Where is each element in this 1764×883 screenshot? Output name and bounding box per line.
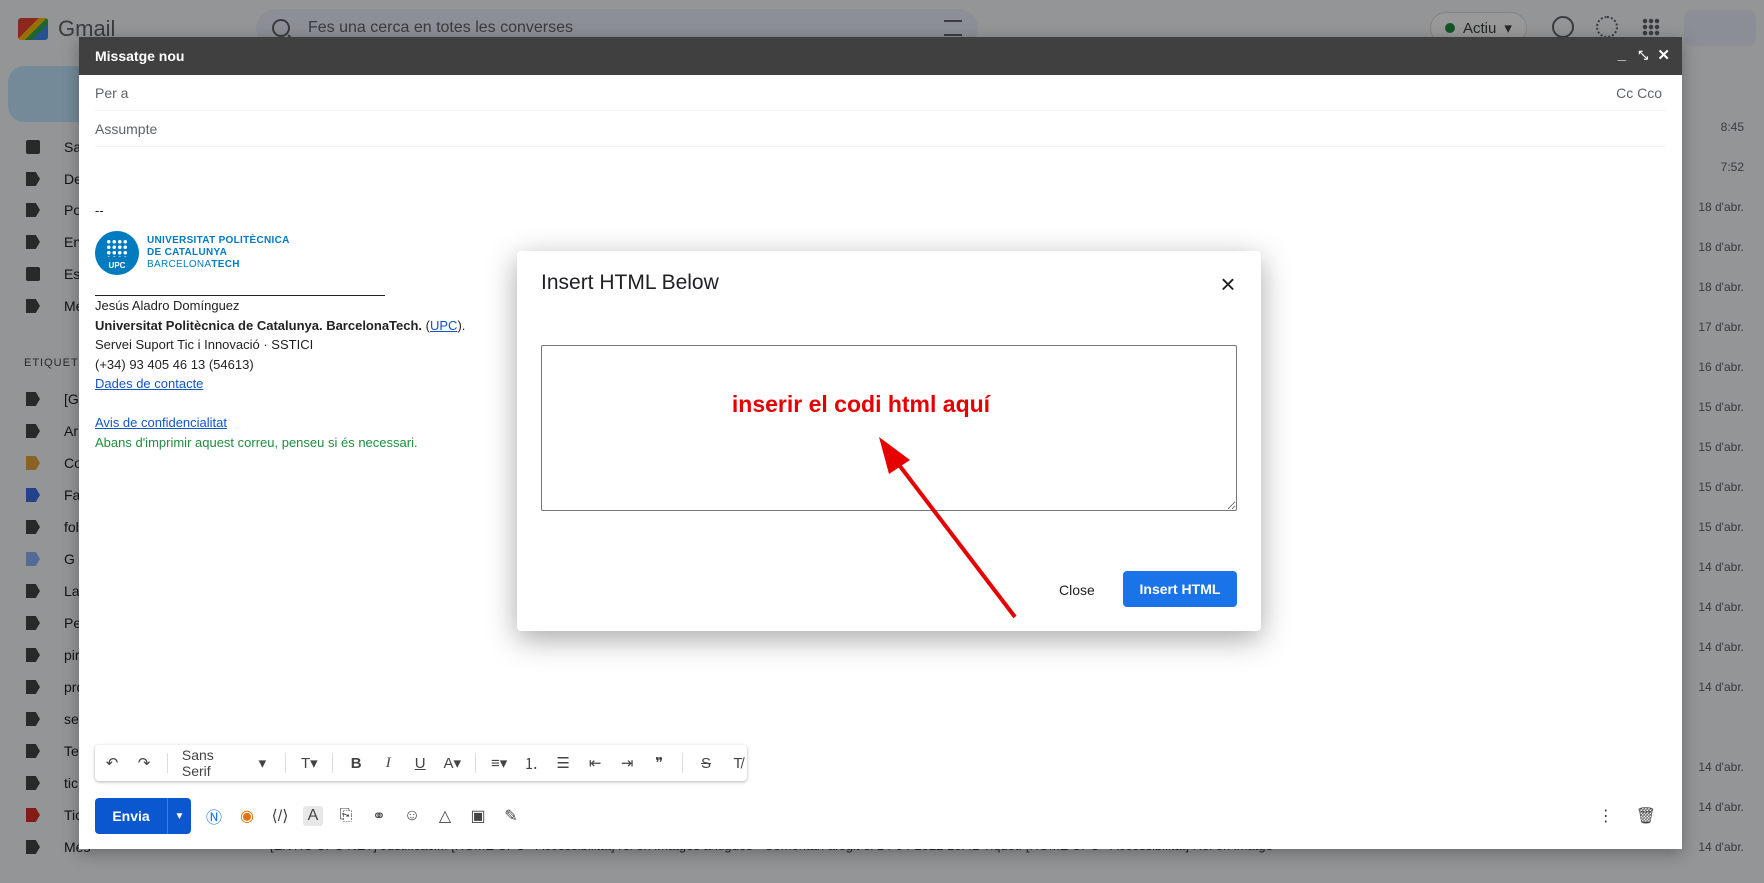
compose-header: Missatge nou _ ⤡ ✕ bbox=[79, 37, 1682, 75]
privacy-link[interactable]: Avis de confidencialitat bbox=[95, 415, 227, 430]
numbered-list-icon[interactable]: ⒈ bbox=[522, 753, 540, 774]
remove-formatting-icon[interactable]: T̸ bbox=[729, 755, 747, 772]
subject-field[interactable]: Assumpte bbox=[95, 111, 1666, 147]
link-icon[interactable]: ⚭ bbox=[369, 806, 389, 826]
quote-icon[interactable]: ❞ bbox=[650, 754, 668, 772]
compose-title: Missatge nou bbox=[95, 48, 185, 64]
redo-icon[interactable]: ↷ bbox=[135, 754, 153, 772]
more-options-icon[interactable]: ⋮ bbox=[1598, 806, 1614, 826]
close-button[interactable]: Close bbox=[1047, 573, 1107, 607]
schedule-send-dropdown[interactable]: ▼ bbox=[167, 798, 191, 834]
text-size-icon[interactable]: T▾ bbox=[300, 754, 318, 772]
trash-icon[interactable]: 🗑 bbox=[1636, 806, 1656, 826]
insert-html-dialog: Insert HTML Below × inserir el codi html… bbox=[517, 251, 1261, 631]
bold-icon[interactable]: B bbox=[347, 755, 365, 772]
upc-logo-line3b: TECH bbox=[211, 259, 240, 270]
paren-open: ( bbox=[422, 317, 430, 333]
to-field[interactable]: Per a Cc Cco bbox=[95, 75, 1666, 111]
upc-logo-line1: UNIVERSITAT POLITÈCNICA bbox=[147, 235, 290, 246]
to-label: Per a bbox=[95, 84, 129, 101]
close-icon[interactable]: ✕ bbox=[1657, 46, 1670, 64]
addon-color-icon[interactable]: ◉ bbox=[237, 806, 257, 826]
signature-icon[interactable]: ✎ bbox=[501, 806, 521, 826]
upc-logo-text: UNIVERSITAT POLITÈCNICA DE CATALUNYA BAR… bbox=[147, 235, 290, 271]
strikethrough-icon[interactable]: S bbox=[697, 755, 715, 772]
dialog-title: Insert HTML Below bbox=[541, 271, 719, 294]
upc-link[interactable]: UPC bbox=[430, 318, 457, 333]
upc-logo-line2: DE CATALUNYA bbox=[147, 247, 228, 258]
photo-icon[interactable]: ▣ bbox=[468, 806, 488, 826]
compose-bottom-right: ⋮ 🗑 bbox=[1598, 806, 1656, 826]
signature-org-name: Universitat Politècnica de Catalunya. Ba… bbox=[95, 317, 423, 333]
compose-bottom-bar: Envia ▼ Ⓝ ◉ ⟨/⟩ A ⎘ ⚭ ☺ △ ▣ ✎ ⋮ 🗑 bbox=[95, 798, 1666, 834]
text-color-icon[interactable]: A▾ bbox=[443, 754, 461, 772]
insert-html-icon[interactable]: ⟨/⟩ bbox=[270, 806, 290, 826]
cc-bcc-link[interactable]: Cc Cco bbox=[1616, 85, 1662, 101]
bulleted-list-icon[interactable]: ☰ bbox=[554, 754, 572, 772]
upc-seal-icon: UPC bbox=[95, 231, 139, 275]
attach-icon[interactable]: ⎘ bbox=[336, 806, 356, 826]
dialog-close-icon[interactable]: × bbox=[1217, 271, 1239, 297]
undo-icon[interactable]: ↶ bbox=[103, 754, 121, 772]
upc-seal-text: UPC bbox=[108, 261, 126, 270]
font-selector[interactable]: Sans Serif bbox=[182, 747, 240, 779]
chevron-down-icon[interactable]: ▾ bbox=[253, 754, 271, 772]
fullscreen-icon[interactable]: ⤡ bbox=[1638, 48, 1648, 63]
upc-logo-line3: BARCELONA bbox=[147, 259, 212, 270]
align-icon[interactable]: ≡▾ bbox=[490, 754, 508, 772]
html-input[interactable] bbox=[541, 345, 1237, 511]
subject-placeholder: Assumpte bbox=[95, 120, 158, 137]
indent-less-icon[interactable]: ⇤ bbox=[586, 754, 604, 772]
signature-separator: -- bbox=[95, 203, 104, 218]
addon-n-icon[interactable]: Ⓝ bbox=[204, 806, 224, 827]
emoji-icon[interactable]: ☺ bbox=[402, 806, 422, 826]
underline-icon[interactable]: U bbox=[411, 755, 429, 772]
italic-icon[interactable]: I bbox=[379, 755, 397, 772]
formatting-toolbar: ↶ ↷ Sans Serif ▾ T▾ B I U A▾ ≡▾ ⒈ ☰ ⇤ ⇥ … bbox=[95, 745, 747, 781]
send-button[interactable]: Envia bbox=[95, 798, 167, 834]
drive-icon[interactable]: △ bbox=[435, 806, 455, 826]
indent-more-icon[interactable]: ⇥ bbox=[618, 754, 636, 772]
send-button-group: Envia ▼ bbox=[95, 798, 191, 834]
paren-close: ). bbox=[457, 317, 466, 333]
minimize-icon[interactable]: _ bbox=[1618, 46, 1626, 63]
contact-link[interactable]: Dades de contacte bbox=[95, 376, 203, 391]
insert-html-button[interactable]: Insert HTML bbox=[1123, 571, 1237, 607]
formatting-options-icon[interactable]: A bbox=[303, 806, 323, 826]
